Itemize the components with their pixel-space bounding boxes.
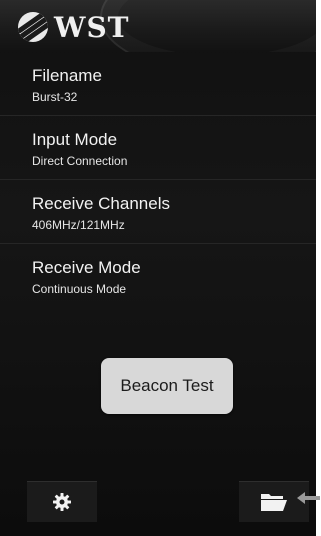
setting-value: Direct Connection	[32, 154, 128, 168]
folder-icon	[261, 494, 287, 511]
header-background-art	[100, 0, 316, 52]
gear-icon	[53, 493, 71, 511]
setting-receive-channels[interactable]: Receive Channels 406MHz/121MHz	[0, 180, 316, 244]
setting-title: Receive Mode	[32, 258, 141, 277]
setting-title: Filename	[32, 66, 102, 85]
setting-value: Continuous Mode	[32, 282, 127, 296]
pointer-arrow-icon	[297, 492, 320, 504]
settings-list: Filename Burst-32 Input Mode Direct Conn…	[0, 52, 316, 308]
setting-value: Burst-32	[32, 90, 78, 104]
beacon-test-button[interactable]: Beacon Test	[101, 358, 233, 414]
logo-text: WST	[54, 10, 130, 44]
app-screen: WST Filename Burst-32 Input Mode Direct …	[0, 0, 316, 536]
setting-title: Receive Channels	[32, 194, 170, 213]
setting-input-mode[interactable]: Input Mode Direct Connection	[0, 116, 316, 180]
setting-title: Input Mode	[32, 130, 118, 149]
settings-button[interactable]	[27, 481, 97, 522]
setting-value: 406MHz/121MHz	[32, 218, 125, 232]
app-header: WST	[0, 0, 316, 52]
wst-logo-icon	[18, 12, 48, 42]
setting-receive-mode[interactable]: Receive Mode Continuous Mode	[0, 244, 316, 308]
wst-logo: WST	[18, 10, 130, 44]
setting-filename[interactable]: Filename Burst-32	[0, 52, 316, 116]
